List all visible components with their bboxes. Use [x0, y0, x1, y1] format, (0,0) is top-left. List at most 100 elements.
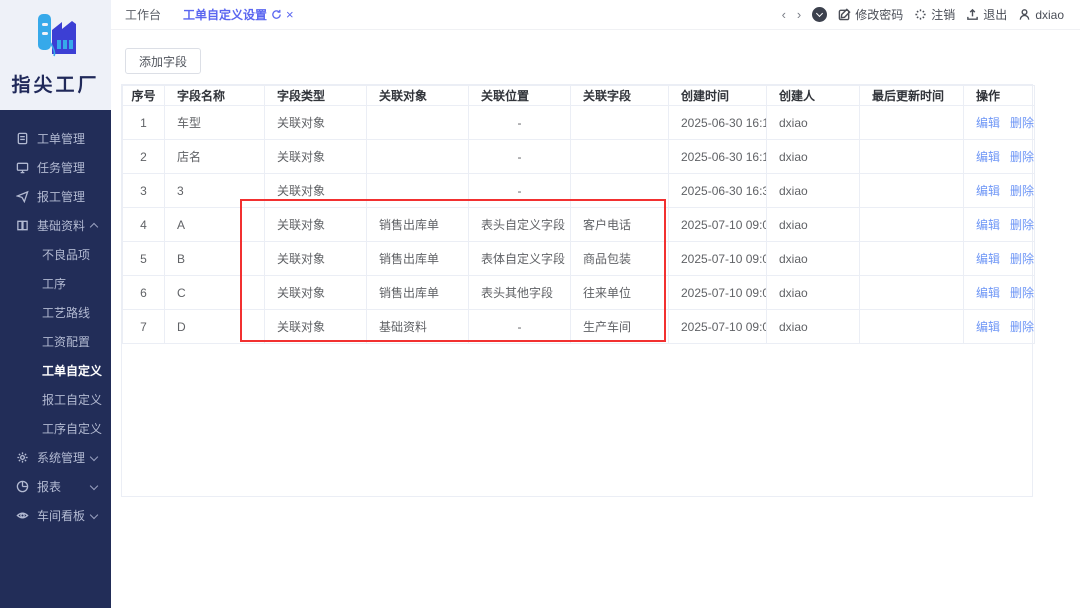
logout-button[interactable]: 注销: [914, 6, 955, 23]
delete-link[interactable]: 删除: [1010, 116, 1033, 130]
delete-link[interactable]: 删除: [1010, 286, 1033, 300]
edit-link[interactable]: 编辑: [976, 252, 1000, 266]
col-header-updated-time: 最后更新时间: [859, 85, 964, 106]
table-header-row: 序号 字段名称 字段类型 关联对象 关联位置 关联字段 创建时间 创建人 最后更…: [122, 85, 1035, 106]
chevron-down-icon: [89, 510, 99, 520]
edit-link[interactable]: 编辑: [976, 218, 1000, 232]
sidebar-item-process[interactable]: 工序: [0, 269, 111, 298]
sidebar-item-label: 车间看板: [37, 509, 86, 523]
sidebar-item-wage-config[interactable]: 工资配置: [0, 327, 111, 356]
cell-creator: dxiao: [766, 207, 860, 242]
delete-link[interactable]: 删除: [1010, 150, 1033, 164]
cell-field-name: B: [164, 241, 265, 276]
delete-link[interactable]: 删除: [1010, 252, 1033, 266]
cell-related-object: 销售出库单: [366, 241, 469, 276]
delete-link[interactable]: 删除: [1010, 320, 1033, 334]
delete-link[interactable]: 删除: [1010, 184, 1033, 198]
cell-seq: 1: [122, 105, 165, 140]
cell-related-object: 基础资料: [366, 309, 469, 344]
sidebar-item-label: 工序: [42, 277, 67, 291]
cell-created-time: 2025-06-30 16:11:41: [668, 139, 767, 174]
edit-link[interactable]: 编辑: [976, 116, 1000, 130]
table-row: 5 B 关联对象 销售出库单 表体自定义字段 商品包装 2025-07-10 0…: [122, 241, 1035, 276]
change-password-label: 修改密码: [855, 8, 904, 22]
table-row: 6 C 关联对象 销售出库单 表头其他字段 往来单位 2025-07-10 09…: [122, 275, 1035, 310]
tab-workorder-custom-settings[interactable]: 工单自定义设置 ×: [183, 6, 294, 23]
cell-related-field: [570, 139, 669, 174]
chevron-down-icon: [89, 452, 99, 462]
sidebar-item-label: 报工自定义: [42, 393, 103, 407]
add-field-button[interactable]: 添加字段: [125, 48, 202, 74]
refresh-icon[interactable]: [271, 9, 282, 20]
close-tab-icon[interactable]: ×: [286, 8, 294, 21]
sidebar-item-reportwork-custom[interactable]: 报工自定义: [0, 385, 111, 414]
sidebar-item-defect-items[interactable]: 不良品项: [0, 240, 111, 269]
exit-button[interactable]: 退出: [966, 6, 1007, 23]
edit-link[interactable]: 编辑: [976, 320, 1000, 334]
nav-forward-icon[interactable]: ›: [797, 8, 801, 21]
col-header-related-field: 关联字段: [570, 85, 669, 106]
sidebar-item-report-work-mgmt[interactable]: 报工管理: [0, 182, 111, 211]
sidebar-item-reports[interactable]: 报表: [0, 472, 111, 501]
cell-created-time: 2025-06-30 16:38:28: [668, 173, 767, 208]
main-area: 工作台 工单自定义设置 × ‹ › 修改密码 注销 退出 dxiao 添加字段 …: [111, 0, 1080, 608]
sidebar-item-label: 系统管理: [37, 451, 86, 465]
cell-created-time: 2025-07-10 09:07:24: [668, 241, 767, 276]
cell-created-time: 2025-07-10 09:07:01: [668, 207, 767, 242]
sidebar-item-process-route[interactable]: 工艺路线: [0, 298, 111, 327]
cell-field-type: 关联对象: [264, 275, 367, 310]
sidebar-item-basic-data[interactable]: 基础资料: [0, 211, 111, 240]
cell-field-name: C: [164, 275, 265, 310]
sidebar-item-work-order-mgmt[interactable]: 工单管理: [0, 124, 111, 153]
sidebar-item-label: 不良品项: [42, 248, 91, 262]
document-icon: [16, 132, 29, 145]
cell-field-name: 车型: [164, 105, 265, 140]
edit-link[interactable]: 编辑: [976, 184, 1000, 198]
user-icon: [1019, 9, 1030, 20]
user-menu[interactable]: dxiao: [1018, 8, 1064, 22]
sidebar-item-label: 工序自定义: [42, 422, 103, 436]
cell-updated-time: [859, 309, 964, 344]
sidebar-item-system-mgmt[interactable]: 系统管理: [0, 443, 111, 472]
change-password-button[interactable]: 修改密码: [838, 6, 903, 23]
topbar-actions: ‹ › 修改密码 注销 退出 dxiao: [782, 6, 1064, 23]
page-content: 添加字段 序号 字段名称 字段类型 关联对象 关联位置 关联字段 创建时间 创建…: [111, 30, 1080, 608]
book-icon: [16, 219, 29, 232]
custom-fields-table-container: 序号 字段名称 字段类型 关联对象 关联位置 关联字段 创建时间 创建人 最后更…: [121, 84, 1035, 497]
nav-back-icon[interactable]: ‹: [782, 8, 786, 21]
delete-link[interactable]: 删除: [1010, 218, 1033, 232]
edit-link[interactable]: 编辑: [976, 150, 1000, 164]
sidebar-item-workorder-custom[interactable]: 工单自定义: [0, 356, 111, 385]
cell-related-field: [570, 105, 669, 140]
cell-field-type: 关联对象: [264, 139, 367, 174]
custom-fields-table: 序号 字段名称 字段类型 关联对象 关联位置 关联字段 创建时间 创建人 最后更…: [122, 85, 1035, 344]
cell-actions: 编辑 删除: [963, 173, 1035, 208]
cell-creator: dxiao: [766, 241, 860, 276]
sidebar-item-task-mgmt[interactable]: 任务管理: [0, 153, 111, 182]
monitor-icon: [16, 161, 29, 174]
sidebar-menu: 工单管理 任务管理 报工管理 基础资料 不良品项 工序 工艺路线 工资配置 工单…: [0, 110, 111, 530]
cell-created-time: 2025-07-10 09:08:00: [668, 309, 767, 344]
edit-link[interactable]: 编辑: [976, 286, 1000, 300]
cell-field-type: 关联对象: [264, 241, 367, 276]
cell-created-time: 2025-07-10 09:07:38: [668, 275, 767, 310]
cell-related-field: 往来单位: [570, 275, 669, 310]
cell-created-time: 2025-06-30 16:11:28: [668, 105, 767, 140]
username-label: dxiao: [1035, 7, 1064, 22]
cell-field-name: 3: [164, 173, 265, 208]
tab-bar: 工作台 工单自定义设置 × ‹ › 修改密码 注销 退出 dxiao: [111, 0, 1080, 30]
cell-related-position: -: [468, 173, 571, 208]
cell-actions: 编辑 删除: [963, 139, 1035, 174]
cell-field-type: 关联对象: [264, 207, 367, 242]
col-header-creator: 创建人: [766, 85, 860, 106]
collapse-circle-icon[interactable]: [812, 7, 828, 22]
cell-actions: 编辑 删除: [963, 309, 1035, 344]
tab-workbench[interactable]: 工作台: [125, 6, 161, 23]
table-row: 7 D 关联对象 基础资料 - 生产车间 2025-07-10 09:08:00…: [122, 309, 1035, 344]
sidebar-item-workshop-board[interactable]: 车间看板: [0, 501, 111, 530]
sidebar-item-label: 任务管理: [37, 161, 86, 175]
cell-related-position: 表头其他字段: [468, 275, 571, 310]
cell-updated-time: [859, 241, 964, 276]
sidebar-item-process-custom[interactable]: 工序自定义: [0, 414, 111, 443]
cell-related-field: [570, 173, 669, 208]
